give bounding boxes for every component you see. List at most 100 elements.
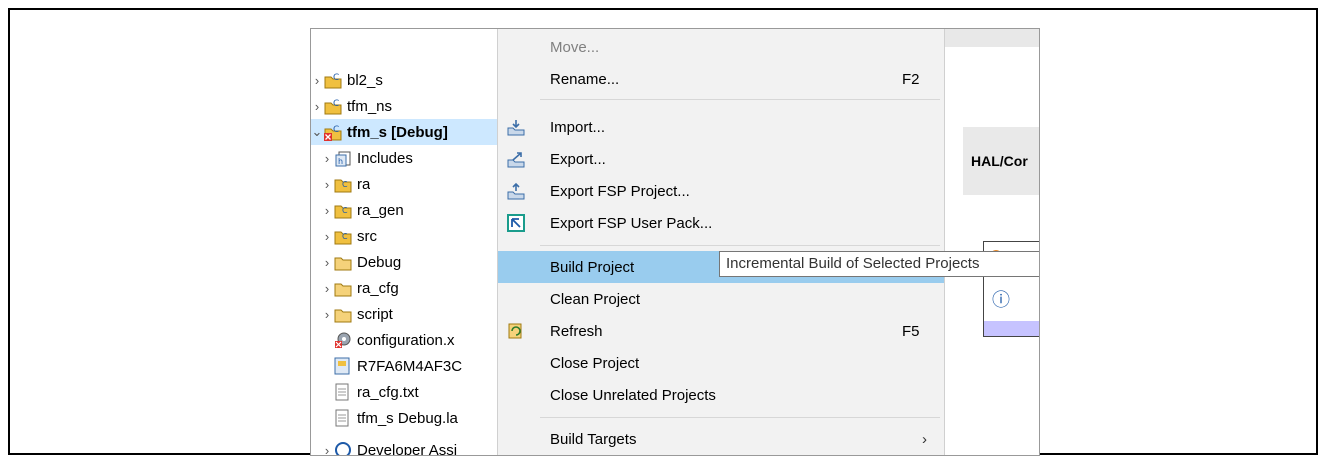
tree-item-configuration[interactable]: configuration.x: [311, 327, 497, 353]
tree-item-ra-cfg-txt[interactable]: ra_cfg.txt: [311, 379, 497, 405]
menu-item-label: Import...: [550, 118, 606, 136]
expand-chevron-icon[interactable]: ›: [321, 281, 333, 296]
refresh-icon: [506, 322, 526, 340]
expand-chevron-icon[interactable]: ›: [321, 203, 333, 218]
menu-item-build-targets[interactable]: Build Targets ›: [498, 423, 944, 455]
tree-item-includes[interactable]: › h Includes: [311, 145, 497, 171]
menu-item-export-fsp-user-pack[interactable]: Export FSP User Pack...: [498, 207, 944, 239]
export-fsp-user-pack-icon: [506, 214, 526, 232]
tree-item-label: script: [357, 305, 393, 323]
menu-separator: [540, 417, 940, 418]
tree-item-label: ra_cfg.txt: [357, 383, 419, 401]
svg-text:C: C: [342, 206, 348, 215]
tree-item-script[interactable]: › script: [311, 301, 497, 327]
tree-item-label: configuration.x: [357, 331, 455, 349]
menu-separator: [540, 99, 940, 100]
source-folder-icon: C: [333, 227, 353, 245]
tree-item-label: ra_cfg: [357, 279, 399, 297]
project-explorer: › C bl2_s › C tfm_ns ⌄ C tfm_s [Debug] ›…: [311, 29, 497, 455]
tree-item-tfm-s-debug[interactable]: ⌄ C tfm_s [Debug]: [311, 119, 497, 145]
menu-item-export[interactable]: Export...: [498, 143, 944, 175]
tree-item-label: ra_gen: [357, 201, 404, 219]
c-project-icon: C: [323, 97, 343, 115]
folder-icon: [333, 253, 353, 271]
tree-item-debug[interactable]: › Debug: [311, 249, 497, 275]
expand-chevron-icon[interactable]: ›: [321, 177, 333, 192]
tree-item-label: Developer Assi: [357, 441, 458, 456]
configuration-editor: HAL/Cor g ⓘ: [945, 29, 1039, 455]
collapse-chevron-icon[interactable]: ⌄: [311, 124, 323, 140]
menu-item-close-project[interactable]: Close Project: [498, 347, 944, 379]
developer-assistance-icon: [333, 441, 353, 455]
menu-item-label: Close Project: [550, 354, 640, 372]
build-project-tooltip: Incremental Build of Selected Projects: [719, 251, 1039, 277]
source-folder-icon: C: [333, 175, 353, 193]
menu-separator: [540, 245, 940, 246]
tree-item-label: tfm_s [Debug]: [347, 123, 448, 141]
menu-item-label: Build Project: [550, 258, 635, 276]
info-icon[interactable]: ⓘ: [992, 286, 1010, 312]
menu-item-label: Export...: [550, 150, 606, 168]
ide-screenshot: › C bl2_s › C tfm_ns ⌄ C tfm_s [Debug] ›…: [310, 28, 1040, 456]
menu-item-label: Export FSP Project...: [550, 182, 690, 200]
menu-item-label: Move...: [550, 38, 600, 56]
c-project-error-icon: C: [323, 123, 343, 141]
folder-icon: [333, 305, 353, 323]
menu-item-label: Rename...: [550, 70, 620, 88]
tree-item-label: tfm_ns: [347, 97, 393, 115]
menu-item-clean-project[interactable]: Clean Project: [498, 283, 944, 315]
import-icon: [506, 118, 526, 136]
svg-text:h: h: [338, 157, 343, 166]
pincfg-file-icon: [333, 357, 353, 375]
menu-item-close-unrelated-projects[interactable]: Close Unrelated Projects: [498, 379, 944, 411]
stack-footer-bar: [983, 321, 1039, 337]
config-file-error-icon: [333, 331, 353, 349]
text-file-icon: [333, 409, 353, 427]
context-menu: Move... Rename... F2 Import... Export...: [497, 29, 945, 455]
tree-item-label: Includes: [357, 149, 413, 167]
export-fsp-project-icon: [506, 182, 526, 200]
menu-item-move[interactable]: Move...: [498, 31, 944, 63]
tree-item-label: tfm_s Debug.la: [357, 409, 458, 427]
menu-item-label: Refresh: [550, 322, 603, 340]
expand-chevron-icon[interactable]: ›: [311, 99, 323, 114]
tree-item-tfm-ns[interactable]: › C tfm_ns: [311, 93, 497, 119]
svg-text:C: C: [342, 232, 348, 241]
tree-item-src[interactable]: › C src: [311, 223, 497, 249]
menu-item-refresh[interactable]: Refresh F5: [498, 315, 944, 347]
export-icon: [506, 150, 526, 168]
tree-item-bl2-s[interactable]: › C bl2_s: [311, 67, 497, 93]
source-folder-icon: C: [333, 201, 353, 219]
tree-item-developer-assistance[interactable]: › Developer Assi: [311, 437, 497, 456]
menu-item-export-fsp-project[interactable]: Export FSP Project...: [498, 175, 944, 207]
menu-item-label: Build Targets: [550, 430, 637, 448]
figure-frame: › C bl2_s › C tfm_ns ⌄ C tfm_s [Debug] ›…: [8, 8, 1318, 456]
tree-item-tfm-s-debug-launch[interactable]: tfm_s Debug.la: [311, 405, 497, 431]
tree-item-ra-cfg[interactable]: › ra_cfg: [311, 275, 497, 301]
includes-icon: h: [333, 149, 353, 167]
expand-chevron-icon[interactable]: ›: [321, 443, 333, 456]
tree-item-ra[interactable]: › C ra: [311, 171, 497, 197]
menu-item-rename[interactable]: Rename... F2: [498, 63, 944, 95]
tree-item-ra-gen[interactable]: › C ra_gen: [311, 197, 497, 223]
hal-header-label: HAL/Cor: [971, 153, 1028, 169]
tree-item-label: R7FA6M4AF3C: [357, 357, 463, 375]
svg-text:C: C: [333, 99, 339, 109]
tree-item-label: Debug: [357, 253, 402, 271]
tree-item-r7fa6m4af3c[interactable]: R7FA6M4AF3C: [311, 353, 497, 379]
expand-chevron-icon[interactable]: ›: [321, 307, 333, 322]
menu-item-shortcut: F2: [902, 70, 920, 88]
expand-chevron-icon[interactable]: ›: [321, 151, 333, 166]
expand-chevron-icon[interactable]: ›: [321, 229, 333, 244]
tree-item-label: src: [357, 227, 377, 245]
submenu-arrow-icon: ›: [922, 430, 927, 448]
svg-text:C: C: [333, 73, 339, 83]
c-project-icon: C: [323, 71, 343, 89]
expand-chevron-icon[interactable]: ›: [311, 73, 323, 88]
menu-item-label: Close Unrelated Projects: [550, 386, 716, 404]
svg-text:C: C: [342, 180, 348, 189]
tree-item-label: ra: [357, 175, 371, 193]
menu-item-label: Export FSP User Pack...: [550, 214, 713, 232]
expand-chevron-icon[interactable]: ›: [321, 255, 333, 270]
menu-item-import[interactable]: Import...: [498, 111, 944, 143]
